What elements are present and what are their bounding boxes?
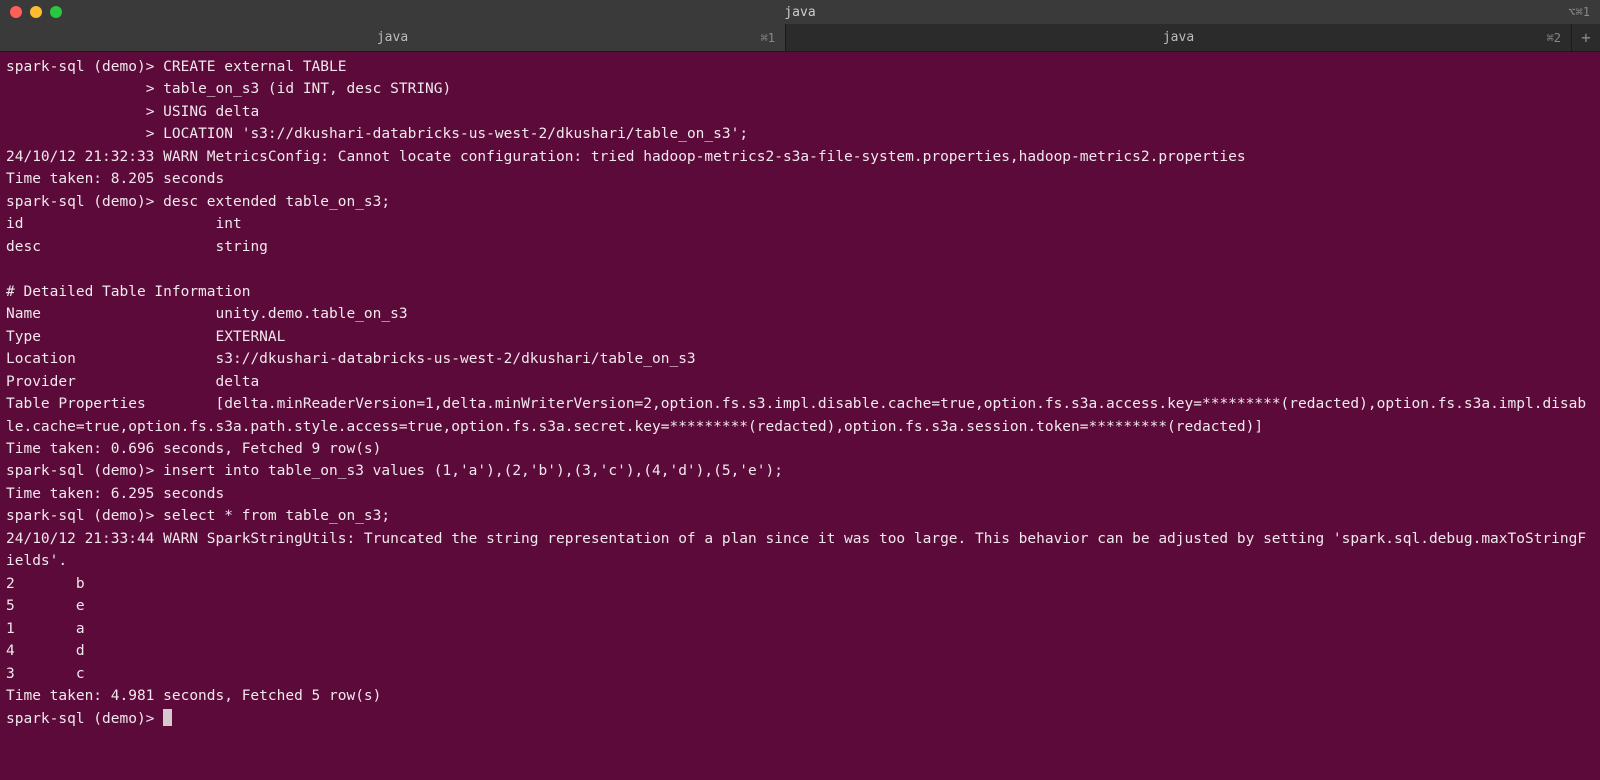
tab-label: java (1163, 30, 1194, 45)
tab-java-1[interactable]: java ⌘1 (0, 24, 786, 51)
new-tab-button[interactable]: + (1572, 24, 1600, 51)
plus-icon: + (1581, 28, 1591, 47)
close-window-button[interactable] (10, 6, 22, 18)
detail-provider-val: delta (216, 374, 260, 390)
time-taken-insert: Time taken: 6.295 seconds (6, 486, 224, 502)
tab-java-2[interactable]: java ⌘2 (786, 24, 1572, 51)
detail-name-key: Name (6, 306, 41, 322)
window-title: java (784, 5, 815, 20)
tab-label: java (377, 30, 408, 45)
window-titlebar: java ⌥⌘1 (0, 0, 1600, 24)
sql-desc-extended: desc extended table_on_s3; (163, 194, 390, 210)
result-row: 5 e (6, 598, 85, 614)
terminal-pane[interactable]: spark-sql (demo)> CREATE external TABLE … (0, 52, 1600, 780)
prompt-text: spark-sql (demo)> (6, 194, 163, 210)
time-taken-select: Time taken: 4.981 seconds, Fetched 5 row… (6, 688, 381, 704)
window-shortcut-hint: ⌥⌘1 (1568, 5, 1590, 19)
minimize-window-button[interactable] (30, 6, 42, 18)
detailed-table-info-header: # Detailed Table Information (6, 284, 250, 300)
sql-create-line4: LOCATION 's3://dkushari-databricks-us-we… (163, 126, 748, 142)
detail-props-key: Table Properties (6, 396, 146, 412)
warn-metricsconfig: 24/10/12 21:32:33 WARN MetricsConfig: Ca… (6, 149, 1246, 165)
detail-name-val: unity.demo.table_on_s3 (216, 306, 408, 322)
col-desc-name: desc (6, 239, 41, 255)
result-row: 1 a (6, 621, 85, 637)
continuation-prompt: > (6, 104, 163, 120)
prompt-text: spark-sql (demo)> (6, 59, 163, 75)
col-desc-type: string (216, 239, 268, 255)
warn-sparkstringutils: 24/10/12 21:33:44 WARN SparkStringUtils:… (6, 531, 1586, 569)
sql-create-line1: CREATE external TABLE (163, 59, 346, 75)
detail-location-val: s3://dkushari-databricks-us-west-2/dkush… (216, 351, 696, 367)
detail-type-val: EXTERNAL (216, 329, 286, 345)
continuation-prompt: > (6, 81, 163, 97)
detail-provider-key: Provider (6, 374, 76, 390)
cursor-block (163, 709, 172, 726)
tab-shortcut: ⌘2 (1547, 31, 1561, 45)
sql-create-line2: table_on_s3 (id INT, desc STRING) (163, 81, 451, 97)
tab-bar: java ⌘1 java ⌘2 + (0, 24, 1600, 52)
time-taken-desc: Time taken: 0.696 seconds, Fetched 9 row… (6, 441, 381, 457)
detail-location-key: Location (6, 351, 76, 367)
sql-select: select * from table_on_s3; (163, 508, 390, 524)
prompt-text: spark-sql (demo)> (6, 463, 163, 479)
maximize-window-button[interactable] (50, 6, 62, 18)
result-row: 4 d (6, 643, 85, 659)
result-row: 2 b (6, 576, 85, 592)
sql-create-line3: USING delta (163, 104, 259, 120)
col-id-name: id (6, 216, 23, 232)
continuation-prompt: > (6, 126, 163, 142)
result-row: 3 c (6, 666, 85, 682)
sql-insert: insert into table_on_s3 values (1,'a'),(… (163, 463, 783, 479)
time-taken-create: Time taken: 8.205 seconds (6, 171, 224, 187)
col-id-type: int (216, 216, 242, 232)
tab-shortcut: ⌘1 (761, 31, 775, 45)
detail-type-key: Type (6, 329, 41, 345)
prompt-text: spark-sql (demo)> (6, 711, 163, 727)
prompt-text: spark-sql (demo)> (6, 508, 163, 524)
traffic-lights (10, 6, 62, 18)
detail-props-val: [delta.minReaderVersion=1,delta.minWrite… (6, 396, 1586, 434)
